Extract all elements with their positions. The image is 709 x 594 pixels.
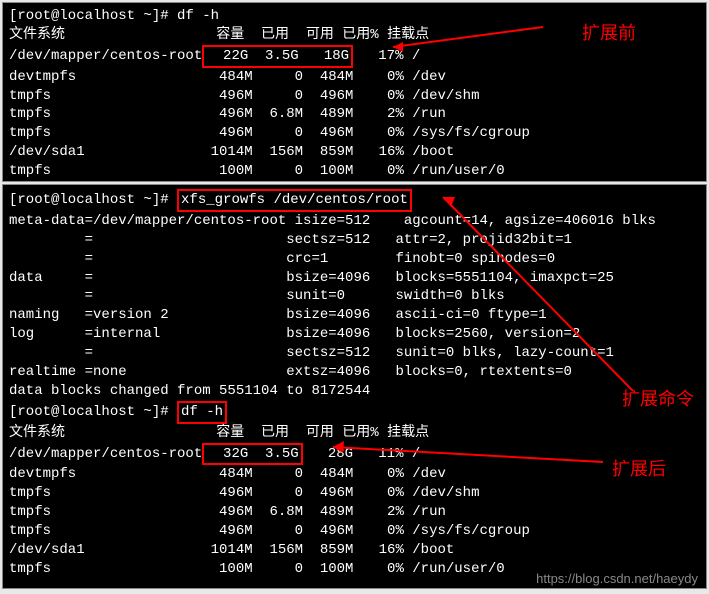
- output-line: = sectsz=512 attr=2, projid32bit=1: [9, 231, 700, 250]
- table-row: /dev/mapper/centos-root 22G 3.5G 18G 17%…: [9, 45, 700, 68]
- output-line: = crc=1 finobt=0 spinodes=0: [9, 250, 700, 269]
- table-row: tmpfs 496M 0 496M 0% /sys/fs/cgroup: [9, 522, 700, 541]
- df-header: 文件系统 容量 已用 可用 已用% 挂载点: [9, 26, 700, 45]
- table-row: tmpfs 100M 0 100M 0% /run/user/0: [9, 162, 700, 181]
- table-row: tmpfs 496M 6.8M 489M 2% /run: [9, 503, 700, 522]
- output-line: naming =version 2 bsize=4096 ascii-ci=0 …: [9, 306, 700, 325]
- table-row: devtmpfs 484M 0 484M 0% /dev: [9, 465, 700, 484]
- table-row: tmpfs 496M 0 496M 0% /sys/fs/cgroup: [9, 124, 700, 143]
- highlight-before-values: 22G 3.5G 18G: [202, 45, 353, 68]
- prompt: [root@localhost ~]#: [9, 404, 177, 420]
- table-row: tmpfs 496M 0 496M 0% /dev/shm: [9, 87, 700, 106]
- cmd-line-df2: [root@localhost ~]# df -h: [9, 401, 700, 424]
- output-line: realtime =none extsz=4096 blocks=0, rtex…: [9, 363, 700, 382]
- cmd-text: df -h: [177, 8, 219, 24]
- output-line: = sunit=0 swidth=0 blks: [9, 287, 700, 306]
- table-row: /dev/mapper/centos-root 32G 3.5G 28G 11%…: [9, 443, 700, 466]
- table-row: /dev/sda1 1014M 156M 859M 16% /boot: [9, 143, 700, 162]
- cmd-growfs-box: xfs_growfs /dev/centos/root: [177, 189, 412, 212]
- table-row: tmpfs 496M 6.8M 489M 2% /run: [9, 105, 700, 124]
- cmd-line: [root@localhost ~]# df -h: [9, 7, 700, 26]
- output-line: = sectsz=512 sunit=0 blks, lazy-count=1: [9, 344, 700, 363]
- highlight-after-values: 32G 3.5G: [202, 443, 302, 466]
- table-row: tmpfs 496M 0 496M 0% /dev/shm: [9, 484, 700, 503]
- df-header-2: 文件系统 容量 已用 可用 已用% 挂载点: [9, 424, 700, 443]
- table-row: devtmpfs 484M 0 484M 0% /dev: [9, 68, 700, 87]
- output-line: data = bsize=4096 blocks=5551104, imaxpc…: [9, 269, 700, 288]
- cmd-line-growfs: [root@localhost ~]# xfs_growfs /dev/cent…: [9, 189, 700, 212]
- watermark: https://blog.csdn.net/haeydy: [536, 571, 698, 586]
- terminal-before: [root@localhost ~]# df -h 文件系统 容量 已用 可用 …: [2, 2, 707, 182]
- table-row: /dev/sda1 1014M 156M 859M 16% /boot: [9, 541, 700, 560]
- output-line: data blocks changed from 5551104 to 8172…: [9, 382, 700, 401]
- output-line: log =internal bsize=4096 blocks=2560, ve…: [9, 325, 700, 344]
- output-line: meta-data=/dev/mapper/centos-root isize=…: [9, 212, 700, 231]
- prompt: [root@localhost ~]#: [9, 192, 177, 208]
- prompt: [root@localhost ~]#: [9, 8, 177, 24]
- cmd-df-box: df -h: [177, 401, 227, 424]
- terminal-after: [root@localhost ~]# xfs_growfs /dev/cent…: [2, 184, 707, 589]
